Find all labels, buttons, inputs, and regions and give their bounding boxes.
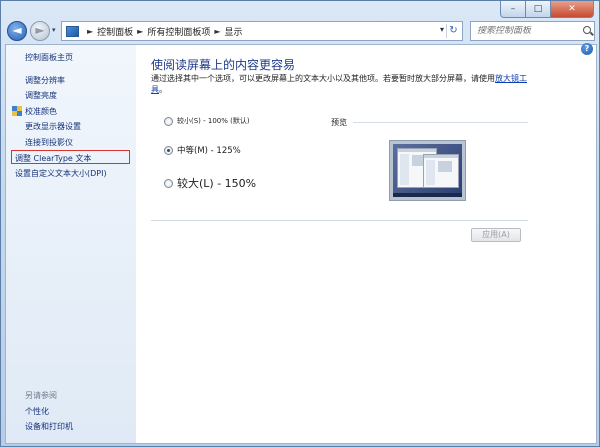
option-medium[interactable]: 中等(M) - 125%	[164, 144, 241, 156]
sidebar-item-projector[interactable]: 连接到投影仪	[25, 137, 73, 148]
option-medium-label[interactable]: 中等(M) - 125%	[177, 144, 241, 156]
sidebar: 控制面板主页 调整分辨率 调整亮度 校准颜色 更改显示器设置 连接到投影仪 调整…	[6, 45, 136, 443]
minimize-button[interactable]: –	[500, 1, 526, 18]
preview-divider	[353, 122, 528, 123]
description-text: 通过选择其中一个选项，可以更改屏幕上的文本大小以及其他项。若要暂时放大部分屏幕，…	[151, 74, 495, 83]
preview-image	[389, 140, 466, 201]
sidebar-item-custom-dpi[interactable]: 设置自定义文本大小(DPI)	[15, 168, 107, 179]
content-area: 控制面板主页 调整分辨率 调整亮度 校准颜色 更改显示器设置 连接到投影仪 调整…	[5, 44, 597, 444]
back-button[interactable]: ◄	[7, 21, 27, 41]
option-smaller-label[interactable]: 较小(S) - 100% (默认)	[177, 116, 250, 126]
search-input[interactable]	[477, 26, 577, 36]
address-dropdown-icon[interactable]: ▾	[440, 25, 444, 34]
preview-taskbar	[393, 193, 462, 197]
breadcrumb-separator[interactable]: ►	[214, 27, 220, 36]
refresh-icon[interactable]: ↻	[446, 24, 460, 38]
option-smaller[interactable]: 较小(S) - 100% (默认)	[164, 116, 250, 126]
help-icon[interactable]: ?	[581, 43, 593, 55]
main-panel: 使阅读屏幕上的内容更容易 通过选择其中一个选项，可以更改屏幕上的文本大小以及其他…	[136, 45, 596, 443]
breadcrumb-separator[interactable]: ►	[137, 27, 143, 36]
preview-window-front	[423, 154, 459, 188]
content-divider	[151, 220, 528, 221]
apply-button[interactable]: 应用(A)	[471, 228, 521, 242]
sidebar-item-personalization[interactable]: 个性化	[25, 406, 49, 417]
window-controls: – □ ✕	[500, 1, 594, 18]
sidebar-item-resolution[interactable]: 调整分辨率	[25, 75, 65, 86]
breadcrumb-all-items[interactable]: 所有控制面板项	[147, 25, 210, 38]
option-larger-label[interactable]: 较大(L) - 150%	[177, 175, 256, 191]
control-panel-icon	[66, 25, 79, 37]
preview-label: 预览	[331, 118, 347, 127]
preview-desktop	[393, 144, 462, 197]
page-description: 通过选择其中一个选项，可以更改屏幕上的文本大小以及其他项。若要暂时放大部分屏幕，…	[151, 73, 531, 95]
sidebar-item-calibrate-color[interactable]: 校准颜色	[25, 106, 57, 117]
breadcrumb-display[interactable]: 显示	[225, 25, 243, 38]
breadcrumb-control-panel[interactable]: 控制面板	[97, 25, 133, 38]
close-button[interactable]: ✕	[551, 1, 594, 18]
see-also-heading: 另请参阅	[25, 391, 57, 400]
page-title: 使阅读屏幕上的内容更容易	[151, 58, 296, 72]
sidebar-item-devices-printers[interactable]: 设备和打印机	[25, 421, 73, 432]
navigation-bar: ◄ ► ▾ ► 控制面板 ► 所有控制面板项 ► 显示 ▾ ↻	[5, 20, 597, 42]
forward-button[interactable]: ►	[30, 21, 50, 41]
sidebar-item-brightness[interactable]: 调整亮度	[25, 90, 57, 101]
description-end: 。	[159, 85, 167, 94]
control-panel-window: – □ ✕ ◄ ► ▾ ► 控制面板 ► 所有控制面板项 ► 显示 ▾ ↻ 控制…	[0, 0, 600, 447]
recent-pages-dropdown[interactable]: ▾	[52, 26, 56, 34]
search-box[interactable]	[470, 21, 595, 41]
breadcrumb-separator[interactable]: ►	[87, 27, 93, 36]
sidebar-item-cleartype[interactable]: 调整 ClearType 文本	[15, 153, 91, 164]
radio-smaller[interactable]	[164, 116, 173, 126]
radio-larger[interactable]	[164, 178, 173, 188]
address-bar[interactable]: ► 控制面板 ► 所有控制面板项 ► 显示 ▾ ↻	[61, 21, 463, 41]
maximize-button[interactable]: □	[526, 1, 551, 18]
shield-icon	[12, 106, 22, 116]
sidebar-item-home[interactable]: 控制面板主页	[25, 52, 73, 63]
option-larger[interactable]: 较大(L) - 150%	[164, 175, 256, 191]
search-icon[interactable]	[583, 26, 591, 34]
radio-medium[interactable]	[164, 145, 173, 155]
sidebar-item-display-settings[interactable]: 更改显示器设置	[25, 121, 81, 132]
